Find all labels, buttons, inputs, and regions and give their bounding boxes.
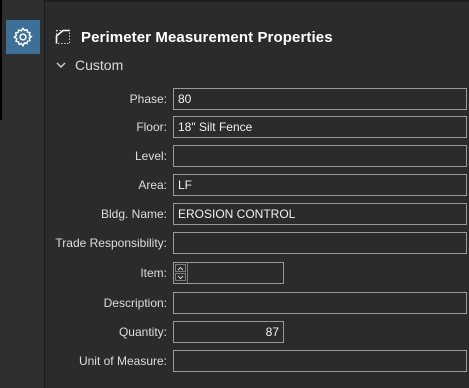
stepper-buttons xyxy=(175,264,186,282)
chevron-up-icon xyxy=(177,266,184,270)
stepper-separator xyxy=(187,263,188,283)
section-toggle-custom[interactable]: Custom xyxy=(55,56,123,74)
field-row-floor: Floor: 18" Silt Fence xyxy=(45,116,469,138)
floor-input[interactable]: 18" Silt Fence xyxy=(173,116,467,138)
perimeter-measurement-icon xyxy=(55,29,70,44)
area-label: Area: xyxy=(138,178,167,192)
chevron-down-icon xyxy=(56,62,66,68)
field-row-quantity: Quantity: 87 xyxy=(45,321,469,343)
field-row-bldg-name: Bldg. Name: EROSION CONTROL xyxy=(45,203,469,225)
level-input[interactable] xyxy=(173,145,467,167)
bldg-name-input[interactable]: EROSION CONTROL xyxy=(173,203,467,225)
description-label: Description: xyxy=(103,296,167,310)
field-row-phase: Phase: 80 xyxy=(45,88,469,110)
trade-responsibility-label: Trade Responsibility: xyxy=(55,236,167,250)
rail-edge xyxy=(0,0,2,120)
field-row-item: Item: xyxy=(45,262,469,284)
phase-label: Phase: xyxy=(129,92,167,106)
field-row-area: Area: LF xyxy=(45,174,469,196)
phase-input[interactable]: 80 xyxy=(173,88,467,110)
panel-header: Perimeter Measurement Properties xyxy=(53,26,333,48)
chevron-down-icon xyxy=(177,275,184,279)
left-rail xyxy=(0,0,44,388)
panel-top-border xyxy=(45,0,469,2)
quantity-label: Quantity: xyxy=(118,325,167,339)
field-row-unit-of-measure: Unit of Measure: xyxy=(45,350,469,372)
properties-panel: Perimeter Measurement Properties Custom … xyxy=(45,0,469,388)
field-row-description: Description: xyxy=(45,292,469,314)
field-row-trade-responsibility: Trade Responsibility: xyxy=(45,232,469,254)
section-label: Custom xyxy=(75,57,124,73)
area-input[interactable]: LF xyxy=(173,174,467,196)
field-row-level: Level: xyxy=(45,145,469,167)
floor-label: Floor: xyxy=(136,120,167,134)
stepper-down-button[interactable] xyxy=(175,273,186,281)
stepper-up-button[interactable] xyxy=(175,264,186,272)
unit-of-measure-label: Unit of Measure: xyxy=(78,354,167,368)
settings-button[interactable] xyxy=(6,20,40,54)
quantity-input[interactable]: 87 xyxy=(173,321,284,343)
bldg-name-label: Bldg. Name: xyxy=(100,207,167,221)
trade-responsibility-input[interactable] xyxy=(173,232,467,254)
level-label: Level: xyxy=(134,149,167,163)
gear-icon xyxy=(13,27,33,48)
unit-of-measure-input[interactable] xyxy=(173,350,467,372)
item-label: Item: xyxy=(140,266,167,280)
description-input[interactable] xyxy=(173,292,467,314)
item-stepper[interactable] xyxy=(173,262,284,284)
page-title: Perimeter Measurement Properties xyxy=(81,28,333,46)
